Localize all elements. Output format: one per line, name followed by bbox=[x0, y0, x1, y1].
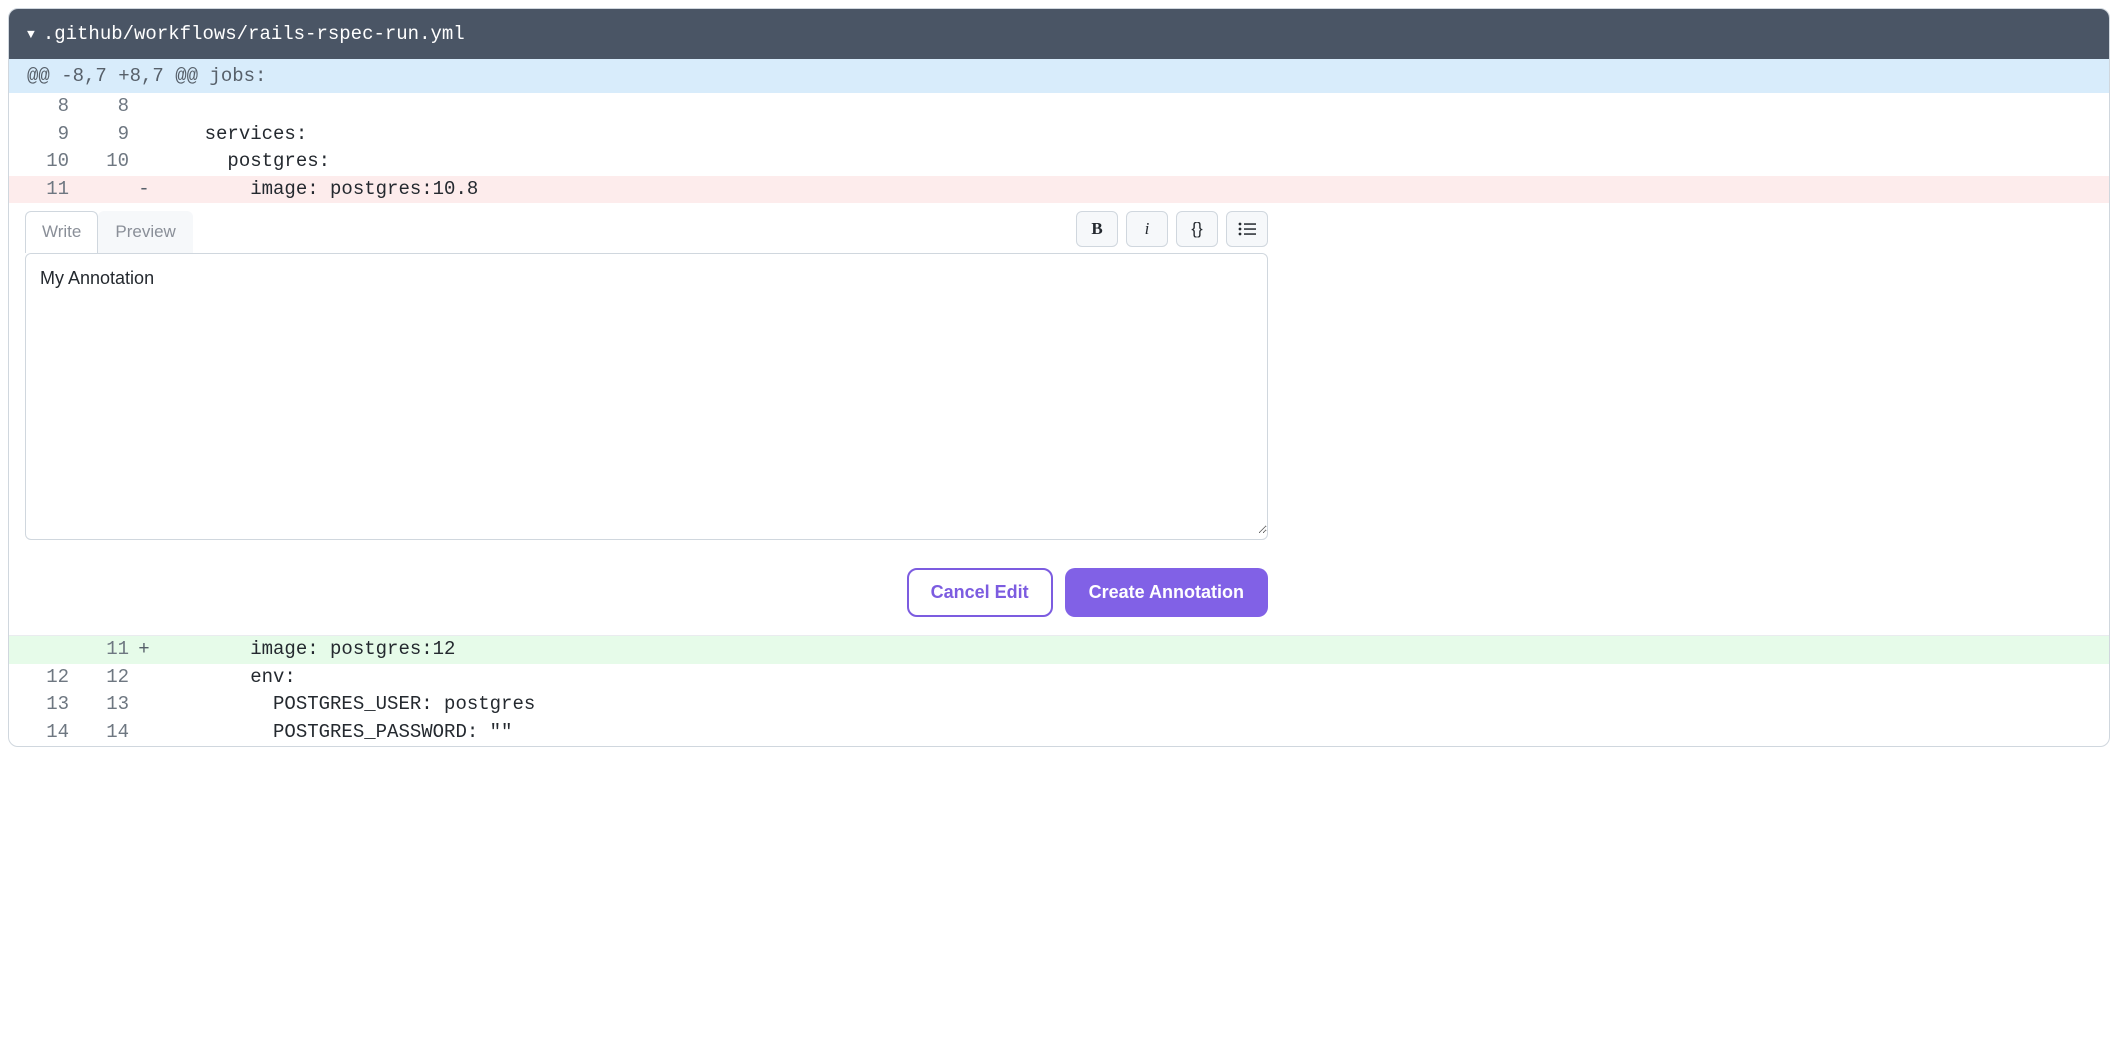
diff-marker: + bbox=[129, 636, 159, 664]
diff-table-after: 11+ image: postgres:121212 env:1313 POST… bbox=[9, 636, 2109, 746]
annotation-tabs: Write Preview bbox=[25, 211, 193, 253]
new-line-number: 14 bbox=[69, 719, 129, 747]
old-line-number: 10 bbox=[9, 148, 69, 176]
diff-marker bbox=[129, 148, 159, 176]
annotation-textarea[interactable] bbox=[26, 254, 1267, 534]
diff-table-before: 8899 services:1010 postgres:11- image: p… bbox=[9, 93, 2109, 203]
line-content bbox=[159, 93, 2109, 121]
hunk-header: @@ -8,7 +8,7 @@ jobs: bbox=[9, 59, 2109, 93]
new-line-number: 12 bbox=[69, 664, 129, 692]
new-line-number: 8 bbox=[69, 93, 129, 121]
line-content: POSTGRES_PASSWORD: "" bbox=[159, 719, 2109, 747]
line-content: POSTGRES_USER: postgres bbox=[159, 691, 2109, 719]
old-line-number: 8 bbox=[9, 93, 69, 121]
diff-line[interactable]: 88 bbox=[9, 93, 2109, 121]
italic-button[interactable]: i bbox=[1126, 211, 1168, 247]
diff-marker bbox=[129, 93, 159, 121]
line-content: image: postgres:12 bbox=[159, 636, 2109, 664]
line-content: services: bbox=[159, 121, 2109, 149]
collapse-caret-icon[interactable]: ▼ bbox=[27, 27, 35, 42]
cancel-edit-button[interactable]: Cancel Edit bbox=[907, 568, 1053, 617]
italic-icon: i bbox=[1145, 219, 1150, 239]
annotation-panel: Write Preview B i {} bbox=[9, 203, 2109, 636]
line-content: env: bbox=[159, 664, 2109, 692]
cancel-edit-label: Cancel Edit bbox=[931, 582, 1029, 602]
diff-line[interactable]: 1212 env: bbox=[9, 664, 2109, 692]
new-line-number: 11 bbox=[69, 636, 129, 664]
file-header[interactable]: ▼ .github/workflows/rails-rspec-run.yml bbox=[9, 9, 2109, 59]
list-icon bbox=[1238, 222, 1256, 236]
diff-line[interactable]: 11 - image: postgres:10.8 bbox=[9, 176, 2109, 204]
diff-marker: - bbox=[129, 176, 159, 204]
list-button[interactable] bbox=[1226, 211, 1268, 247]
diff-marker bbox=[129, 719, 159, 747]
diff-container: ▼ .github/workflows/rails-rspec-run.yml … bbox=[8, 8, 2110, 747]
old-line-number bbox=[9, 636, 69, 664]
bold-button[interactable]: B bbox=[1076, 211, 1118, 247]
tab-preview[interactable]: Preview bbox=[98, 211, 192, 253]
create-annotation-button[interactable]: Create Annotation bbox=[1065, 568, 1268, 617]
tab-preview-label: Preview bbox=[115, 222, 175, 241]
diff-marker bbox=[129, 121, 159, 149]
diff-marker bbox=[129, 664, 159, 692]
line-content: image: postgres:10.8 bbox=[159, 176, 2109, 204]
annotation-toolbar: Write Preview B i {} bbox=[25, 203, 1268, 253]
old-line-number: 12 bbox=[9, 664, 69, 692]
annotation-actions: Cancel Edit Create Annotation bbox=[25, 568, 1268, 617]
new-line-number bbox=[69, 176, 129, 204]
diff-line[interactable]: 1010 postgres: bbox=[9, 148, 2109, 176]
diff-line[interactable]: 99 services: bbox=[9, 121, 2109, 149]
line-content: postgres: bbox=[159, 148, 2109, 176]
hunk-header-text: @@ -8,7 +8,7 @@ jobs: bbox=[27, 65, 266, 87]
diff-line[interactable]: 11+ image: postgres:12 bbox=[9, 636, 2109, 664]
old-line-number: 11 bbox=[9, 176, 69, 204]
old-line-number: 9 bbox=[9, 121, 69, 149]
code-button[interactable]: {} bbox=[1176, 211, 1218, 247]
diff-line[interactable]: 1414 POSTGRES_PASSWORD: "" bbox=[9, 719, 2109, 747]
new-line-number: 13 bbox=[69, 691, 129, 719]
create-annotation-label: Create Annotation bbox=[1089, 582, 1244, 602]
old-line-number: 14 bbox=[9, 719, 69, 747]
braces-icon: {} bbox=[1191, 219, 1202, 239]
old-line-number: 13 bbox=[9, 691, 69, 719]
diff-marker bbox=[129, 691, 159, 719]
diff-line[interactable]: 1313 POSTGRES_USER: postgres bbox=[9, 691, 2109, 719]
file-path: .github/workflows/rails-rspec-run.yml bbox=[43, 23, 465, 45]
annotation-textarea-wrap bbox=[25, 253, 1268, 540]
new-line-number: 9 bbox=[69, 121, 129, 149]
bold-icon: B bbox=[1091, 219, 1102, 239]
tab-write-label: Write bbox=[42, 222, 81, 241]
tab-write[interactable]: Write bbox=[25, 211, 98, 253]
format-buttons: B i {} bbox=[1076, 211, 1268, 253]
new-line-number: 10 bbox=[69, 148, 129, 176]
